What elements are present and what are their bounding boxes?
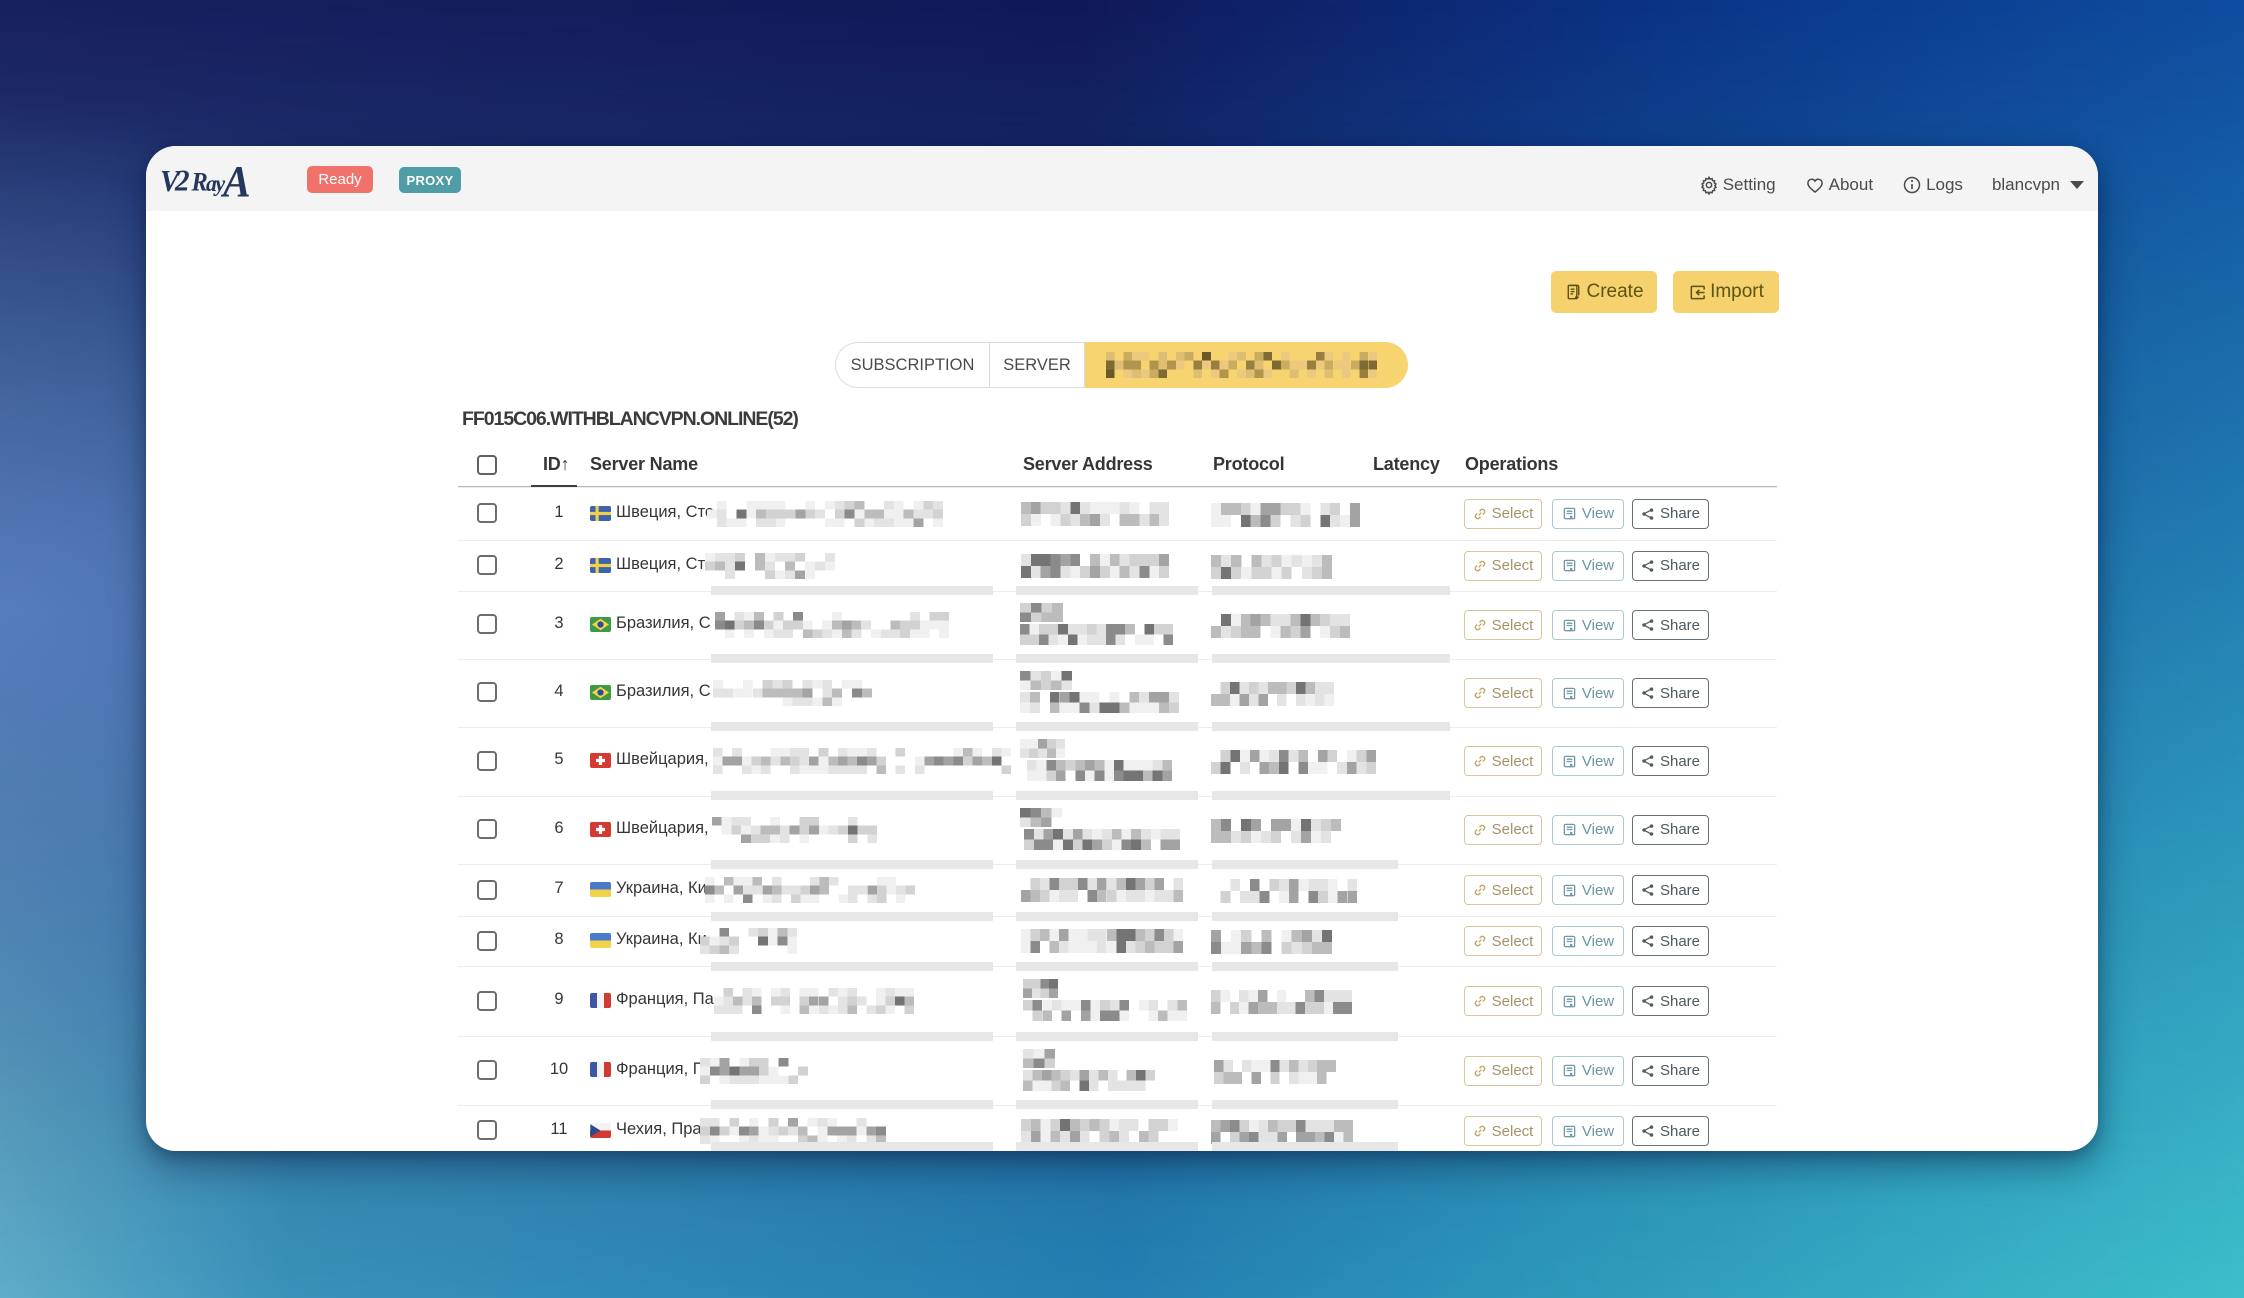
svg-text:2: 2 [174, 163, 190, 198]
svg-text:A: A [220, 158, 250, 206]
